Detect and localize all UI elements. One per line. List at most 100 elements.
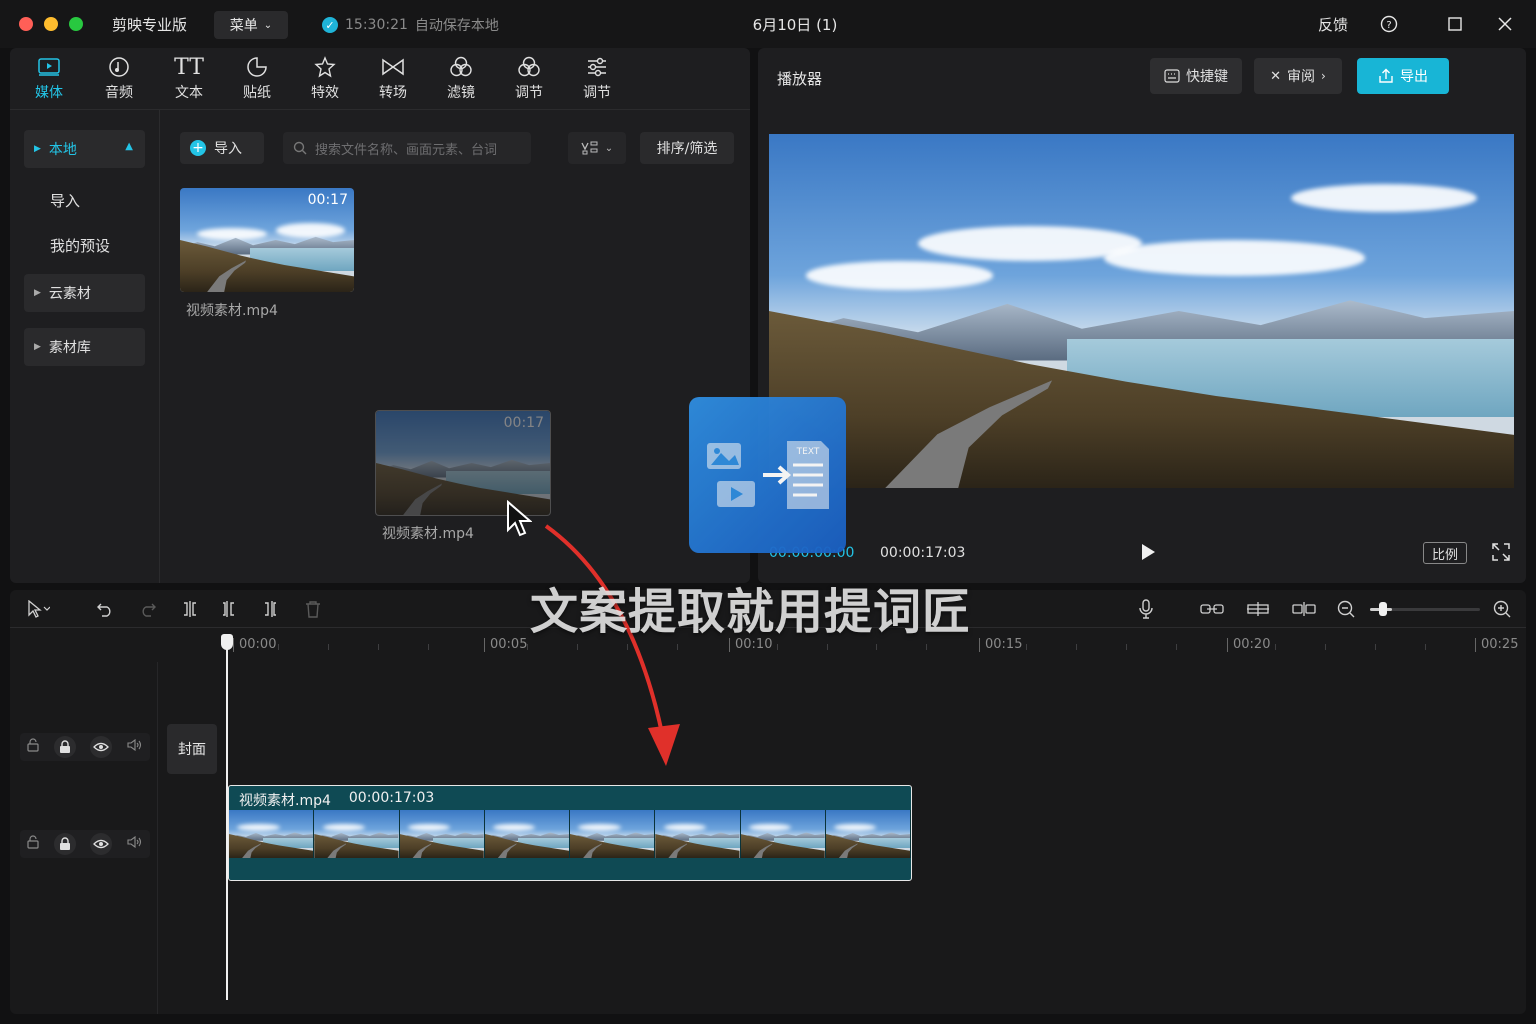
- autosave-time: 15:30:21: [345, 17, 408, 33]
- app-name: 剪映专业版: [112, 16, 188, 34]
- aspect-ratio-button[interactable]: 比例: [1423, 542, 1467, 564]
- select-tool-button[interactable]: [20, 598, 56, 620]
- close-icon[interactable]: [1493, 12, 1517, 36]
- ruler-minor-tick: [1275, 644, 1277, 650]
- effects-icon: [314, 54, 336, 80]
- ruler-minor-tick: [926, 644, 928, 650]
- zoom-in-button[interactable]: [1490, 598, 1514, 620]
- media-icon: [38, 54, 60, 80]
- tab-filter[interactable]: 滤镜: [433, 54, 489, 106]
- cover-button[interactable]: 封面: [167, 724, 217, 774]
- sidebar-item-presets[interactable]: 我的预设: [50, 235, 110, 256]
- tab-media[interactable]: 媒体: [21, 54, 77, 106]
- snap-button[interactable]: [1290, 598, 1318, 620]
- trim-left-button[interactable]: [217, 598, 241, 620]
- shortcuts-button[interactable]: 快捷键: [1150, 58, 1242, 94]
- menu-button[interactable]: 菜单 ⌄: [214, 11, 288, 39]
- tab-effects[interactable]: 特效: [297, 54, 353, 106]
- ruler-minor-tick: [1375, 644, 1377, 650]
- split-button[interactable]: [178, 598, 202, 620]
- grid-view-icon: [581, 141, 598, 155]
- tab-label: 媒体: [35, 85, 63, 101]
- sidebar-item-import[interactable]: 导入: [50, 190, 80, 211]
- video-clip[interactable]: 视频素材.mp4 00:00:17:03: [228, 785, 912, 881]
- tab-audio[interactable]: 音频: [91, 54, 147, 106]
- feedback-button[interactable]: 反馈: [1318, 14, 1348, 35]
- keyboard-icon: [1164, 69, 1180, 83]
- sidebar-item-local[interactable]: ▶ 本地 ▲: [24, 130, 145, 168]
- sidebar-item-label: 素材库: [48, 340, 91, 356]
- zoom-out-icon: [1337, 600, 1355, 618]
- pointer-icon: [28, 600, 50, 618]
- sidebar-item-cloud[interactable]: ▶ 云素材: [24, 274, 145, 312]
- trim-right-button[interactable]: [258, 598, 282, 620]
- link-button[interactable]: [1198, 598, 1226, 620]
- unlock-icon[interactable]: [27, 738, 39, 756]
- eye-icon[interactable]: [90, 833, 113, 855]
- drag-arrow: [544, 524, 680, 766]
- tab-text[interactable]: TT 文本: [161, 54, 217, 106]
- sidebar-item-label: 云素材: [48, 286, 91, 302]
- speaker-icon[interactable]: [127, 738, 143, 755]
- tab-label: 贴纸: [243, 85, 271, 101]
- minimize-window-button[interactable]: [44, 17, 58, 31]
- ruler-tick-label: 00:00: [233, 638, 276, 652]
- filmstrip-frame: [655, 810, 741, 858]
- delete-button[interactable]: [301, 598, 325, 620]
- review-button[interactable]: ✕ 审阅 ›: [1254, 58, 1342, 94]
- export-button[interactable]: 导出: [1357, 58, 1449, 94]
- record-audio-button[interactable]: [1134, 598, 1158, 620]
- search-input[interactable]: 搜索文件名称、画面元素、台词: [283, 132, 531, 164]
- trash-icon: [306, 601, 320, 618]
- tab-adjust[interactable]: 调节: [501, 54, 557, 106]
- shortcuts-label: 快捷键: [1186, 69, 1228, 85]
- title-bar: 剪映专业版 菜单 ⌄ ✓ 15:30:21 自动保存本地 6月10日 (1) 反…: [0, 0, 1536, 48]
- fullscreen-button[interactable]: [1491, 542, 1513, 564]
- export-label: 导出: [1400, 69, 1428, 85]
- playhead-handle[interactable]: [221, 634, 233, 650]
- lock-icon[interactable]: [53, 833, 76, 855]
- play-button[interactable]: [1140, 543, 1156, 561]
- unlock-icon[interactable]: [27, 835, 39, 853]
- import-button[interactable]: + 导入: [180, 132, 264, 164]
- lock-icon[interactable]: [53, 736, 76, 758]
- video-preview[interactable]: [769, 134, 1514, 488]
- svg-text:?: ?: [1386, 20, 1391, 31]
- sidebar-item-library[interactable]: ▶ 素材库: [24, 328, 145, 366]
- sidebar-item-label: 本地: [48, 142, 77, 158]
- help-icon[interactable]: ?: [1377, 12, 1401, 36]
- undo-button[interactable]: [93, 598, 117, 620]
- redo-button[interactable]: [136, 598, 160, 620]
- maximize-icon[interactable]: [1443, 12, 1467, 36]
- playhead[interactable]: [226, 636, 228, 1000]
- speaker-icon[interactable]: [127, 835, 143, 852]
- media-thumbnail[interactable]: 00:17: [180, 188, 354, 292]
- filmstrip-frame: [399, 810, 485, 858]
- check-icon: ✓: [322, 17, 338, 33]
- main-track-button[interactable]: [1244, 598, 1272, 620]
- chevron-up-icon: ▲: [125, 141, 133, 152]
- zoom-window-button[interactable]: [69, 17, 83, 31]
- clip-label: 视频素材.mp4 00:00:17:03: [239, 790, 434, 810]
- zoom-out-button[interactable]: [1334, 598, 1358, 620]
- chevron-down-icon: ⌄: [604, 142, 614, 154]
- ruler-minor-tick: [527, 644, 529, 650]
- text-icon: TT: [174, 54, 204, 80]
- sort-filter-button[interactable]: 排序/筛选: [640, 132, 734, 164]
- eye-icon[interactable]: [90, 736, 113, 758]
- close-window-button[interactable]: [19, 17, 33, 31]
- clip-duration: 00:00:17:03: [348, 790, 435, 806]
- transition-icon: [381, 54, 405, 80]
- caret-right-icon: ▶: [34, 288, 41, 298]
- ruler-minor-tick: [277, 644, 279, 650]
- tab-transition[interactable]: 转场: [365, 54, 421, 106]
- tab-sliders[interactable]: 调节: [569, 54, 625, 106]
- zoom-slider-handle[interactable]: [1379, 602, 1387, 616]
- filmstrip-frame: [570, 810, 656, 858]
- filmstrip-frame: [484, 810, 570, 858]
- microphone-icon: [1139, 599, 1153, 619]
- drag-ghost-file-name: 视频素材.mp4: [382, 526, 474, 542]
- tab-sticker[interactable]: 贴纸: [229, 54, 285, 106]
- ruler-tick-label: 00:20: [1227, 638, 1270, 652]
- view-mode-button[interactable]: ⌄: [568, 132, 626, 164]
